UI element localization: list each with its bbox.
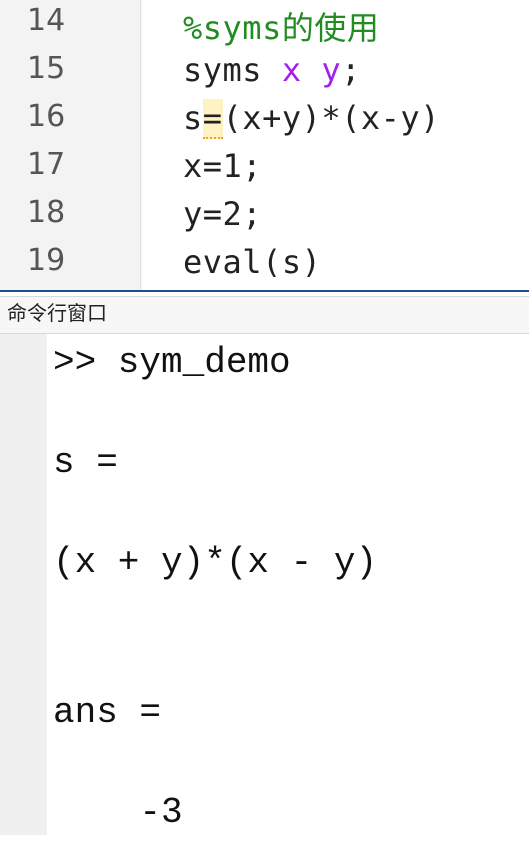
code-analyzer-warning[interactable]: = [202,99,223,139]
code-text: x=1; [183,147,262,185]
command-window-title: 命令行窗口 [7,301,107,325]
command-window[interactable]: >> sym_demo s = (x + y)*(x - y) ans = -3 [0,334,529,835]
code-token: eval(s) [183,243,322,281]
code-token: %syms的使用 [183,9,380,47]
line-number: 16 [27,99,66,134]
editor-line[interactable]: 18 y=2; [0,195,529,243]
code-token: y [321,51,342,89]
command-window-header: 命令行窗口 [0,296,529,334]
code-text: y=2; [183,195,262,233]
editor-line[interactable]: 17 x=1; [0,147,529,195]
code-text: syms x y; [183,51,361,89]
command-output-line: s = [53,442,118,483]
line-number: 18 [27,195,66,230]
editor-line[interactable]: 15 syms x y; [0,51,529,99]
line-number: 15 [27,51,66,86]
line-number: 14 [27,3,66,38]
code-token: s [183,99,203,137]
code-token: (x+y)*(x-y) [222,99,440,137]
command-output-line: (x + y)*(x - y) [53,542,378,583]
command-output-line: ans = [53,692,162,733]
code-text: eval(s) [183,243,321,281]
command-output-line: >> sym_demo [53,342,291,383]
line-number: 19 [27,243,66,278]
code-text: s=(x+y)*(x-y) [183,99,440,139]
editor-line[interactable]: 19 eval(s) [0,243,529,291]
code-token: ; [341,51,361,89]
code-editor[interactable]: 14 %syms的使用 15 syms x y; 16 s=(x+y)*(x-y) 17 x=… [0,0,529,291]
panel-divider[interactable] [0,290,529,292]
command-window-margin [0,334,47,835]
code-text: %syms的使用 [183,3,379,49]
editor-line[interactable]: 16 s=(x+y)*(x-y) [0,99,529,147]
code-token: x=1; [183,147,263,185]
line-number: 17 [27,147,66,182]
code-token: y=2; [183,195,263,233]
code-token: x [281,51,302,89]
editor-line[interactable]: 14 %syms的使用 [0,3,529,51]
code-token: syms [183,51,282,89]
